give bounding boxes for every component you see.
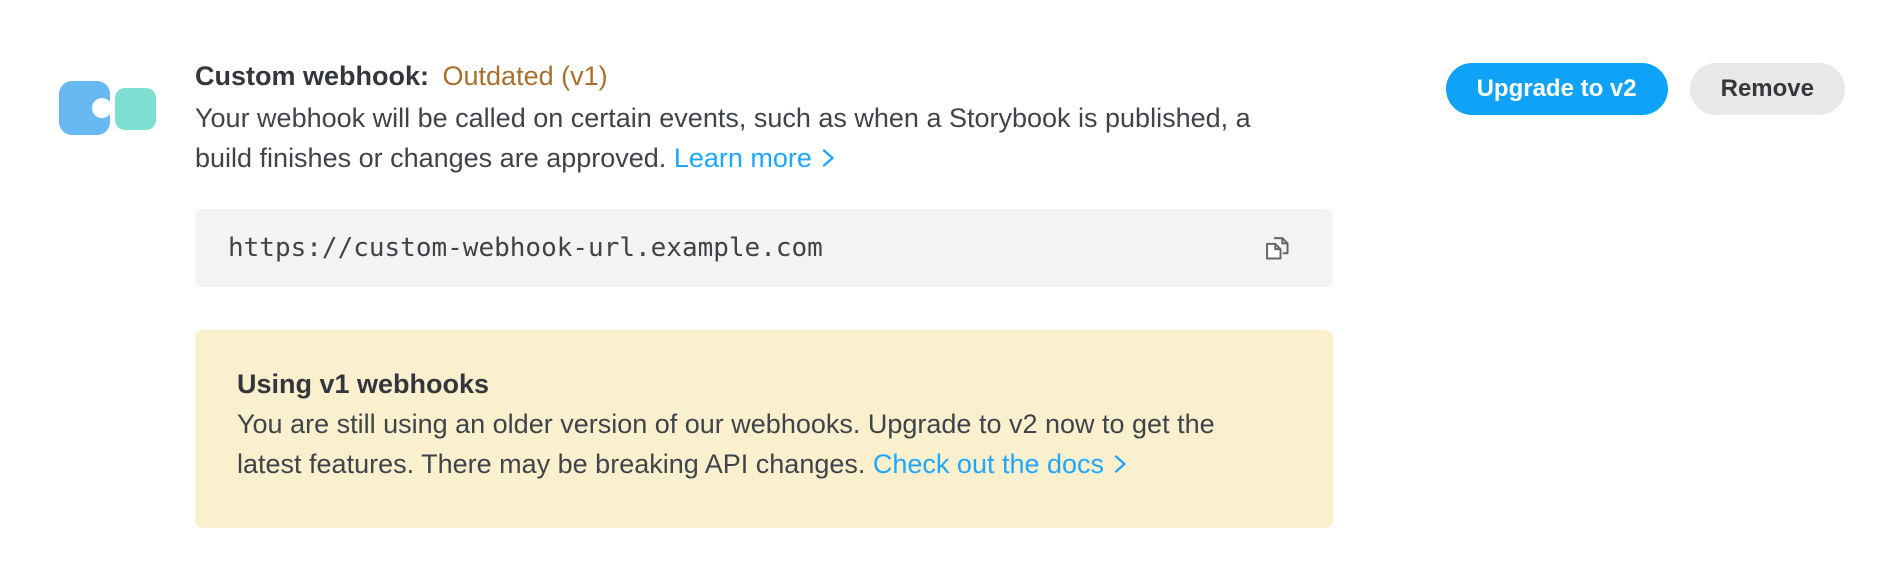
warning-line2: latest features. There may be breaking A… [237, 449, 865, 479]
check-docs-label: Check out the docs [873, 449, 1104, 479]
webhook-actions: Upgrade to v2 Remove [1446, 63, 1845, 115]
v1-warning-panel: Using v1 webhooks You are still using an… [195, 330, 1333, 528]
warning-title: Using v1 webhooks [237, 364, 1291, 404]
puzzle-pieces-graphic [57, 80, 157, 136]
description-line2: build finishes or changes are approved. [195, 143, 666, 173]
learn-more-link[interactable]: Learn more [674, 143, 835, 173]
description-line1: Your webhook will be called on certain e… [195, 103, 1251, 133]
webhook-title: Custom webhook: [195, 61, 429, 91]
chevron-right-icon [822, 140, 835, 180]
webhook-heading: Custom webhook: Outdated (v1) [195, 56, 1333, 96]
warning-line1: You are still using an older version of … [237, 409, 1215, 439]
copy-icon [1263, 234, 1291, 262]
learn-more-label: Learn more [674, 143, 812, 173]
check-docs-link[interactable]: Check out the docs [873, 449, 1127, 479]
webhook-url-field[interactable]: https://custom-webhook-url.example.com [195, 209, 1333, 287]
webhook-section: Custom webhook: Outdated (v1) Your webho… [195, 56, 1333, 178]
remove-webhook-button[interactable]: Remove [1690, 63, 1845, 115]
warning-body: You are still using an older version of … [237, 404, 1291, 484]
copy-url-button[interactable] [1259, 230, 1295, 266]
upgrade-to-v2-button[interactable]: Upgrade to v2 [1446, 63, 1668, 115]
status-badge-outdated: Outdated (v1) [443, 61, 608, 91]
webhook-puzzle-icon [57, 80, 157, 136]
webhook-description: Your webhook will be called on certain e… [195, 98, 1333, 178]
webhook-url-value[interactable]: https://custom-webhook-url.example.com [228, 233, 1259, 263]
chevron-right-icon [1114, 446, 1127, 486]
